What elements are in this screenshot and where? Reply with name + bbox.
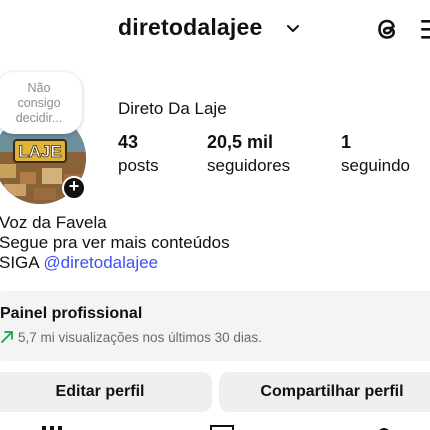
share-profile-button[interactable]: Compartilhar perfil bbox=[219, 372, 430, 412]
edit-profile-button[interactable]: Editar perfil bbox=[0, 372, 212, 412]
profile-tab-strip bbox=[0, 420, 430, 430]
threads-icon[interactable] bbox=[373, 14, 403, 44]
mention-link[interactable]: @diretodalajee bbox=[43, 253, 158, 272]
display-name: Direto Da Laje bbox=[118, 99, 227, 118]
bio-line: Segue pra ver mais conteúdos bbox=[0, 233, 230, 252]
note-line: decidir... bbox=[15, 111, 63, 125]
bio-line: SIGA @diretodalajee bbox=[0, 253, 230, 273]
bio: Voz da Favela Segue pra ver mais conteúd… bbox=[0, 213, 230, 273]
stat-value: 20,5 mil bbox=[207, 132, 274, 152]
panel-title: Painel profissional bbox=[0, 305, 143, 322]
note-line: Não bbox=[27, 81, 51, 95]
note-bubble[interactable]: Não consigo decidir... bbox=[0, 72, 82, 134]
reels-tab-icon[interactable] bbox=[210, 424, 234, 430]
bio-siga: SIGA bbox=[0, 253, 44, 272]
bio-line: Voz da Favela bbox=[0, 213, 107, 232]
panel-subtitle: 5,7 mi visualizações nos últimos 30 dias… bbox=[0, 330, 262, 345]
stat-value: 1 bbox=[341, 132, 352, 152]
grid-tab-icon[interactable] bbox=[40, 424, 64, 430]
stat-label: seguidores bbox=[207, 156, 291, 175]
menu-icon[interactable] bbox=[419, 16, 430, 42]
trending-up-icon bbox=[1, 331, 13, 343]
stat-posts[interactable]: 43 posts bbox=[118, 132, 159, 176]
note-line: consigo bbox=[17, 96, 61, 110]
add-story-icon[interactable]: + bbox=[62, 176, 86, 200]
panel-subtitle-text: 5,7 mi visualizações nos últimos 30 dias… bbox=[18, 330, 262, 345]
avatar-area: LAJE Não consigo decidir... + bbox=[0, 68, 94, 204]
stat-label: seguindo bbox=[341, 156, 411, 175]
professional-dashboard[interactable]: Painel profissional 5,7 mi visualizações… bbox=[0, 291, 430, 361]
tagged-tab-icon[interactable] bbox=[372, 424, 396, 430]
stat-value: 43 bbox=[118, 132, 139, 152]
avatar-logo-text: LAJE bbox=[18, 142, 61, 161]
stat-following[interactable]: 1 seguindo bbox=[341, 132, 410, 176]
username[interactable]: diretodalajee bbox=[118, 14, 263, 41]
chevron-down-icon[interactable] bbox=[286, 22, 300, 36]
stat-followers[interactable]: 20,5 mil seguidores bbox=[207, 132, 290, 176]
top-bar: diretodalajee bbox=[0, 0, 430, 62]
stat-label: posts bbox=[118, 156, 159, 175]
